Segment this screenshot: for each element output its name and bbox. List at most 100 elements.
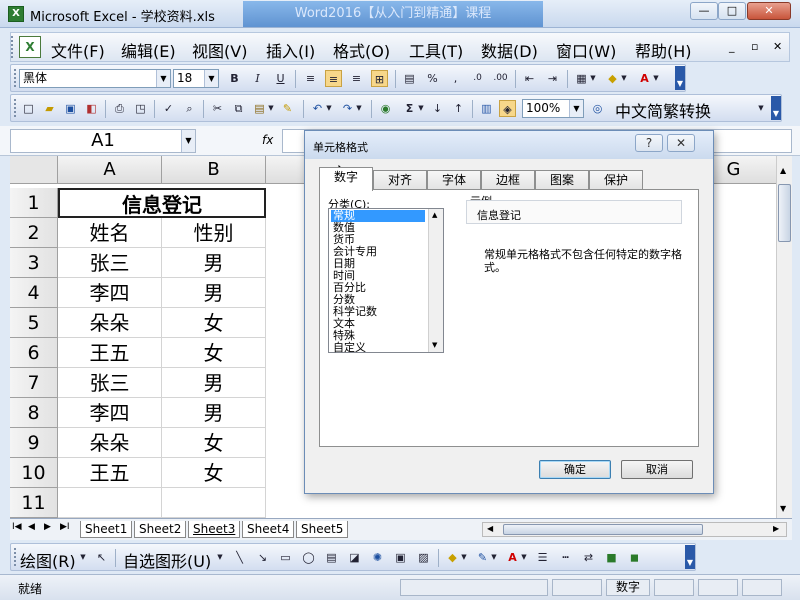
name-box[interactable]: A1 ▼ xyxy=(10,129,196,153)
arrow-style-icon[interactable]: ⇄ xyxy=(580,549,597,566)
table-cell[interactable]: 李四 xyxy=(58,278,162,308)
menu-tools[interactable]: 工具(T) xyxy=(409,38,463,62)
font-name-combo[interactable]: 黑体 ▼ xyxy=(19,69,171,88)
table-cell[interactable]: 朵朵 xyxy=(58,308,162,338)
merge-center-icon[interactable]: ⊞ xyxy=(371,70,388,87)
format-painter-icon[interactable]: ✎ xyxy=(279,100,296,117)
next-sheet-icon[interactable]: ▶ xyxy=(44,522,51,532)
align-left-icon[interactable]: ≡ xyxy=(302,70,319,87)
row-header[interactable]: 4 xyxy=(10,278,58,308)
draw-menu-button[interactable]: 绘图(R) xyxy=(20,548,76,572)
decrease-indent-icon[interactable]: ⇤ xyxy=(521,70,538,87)
horizontal-scrollbar[interactable]: ◀ ▶ xyxy=(482,522,787,537)
underline-button[interactable]: U xyxy=(272,70,289,87)
row-header[interactable]: 7 xyxy=(10,368,58,398)
tab-font[interactable]: 字体 xyxy=(427,170,481,190)
toolbar-grip[interactable] xyxy=(14,99,17,117)
arrow-icon[interactable]: ↘ xyxy=(254,549,271,566)
borders-icon[interactable]: ▦ xyxy=(573,70,590,87)
comma-style-icon[interactable]: , xyxy=(447,70,464,87)
table-cell[interactable]: 男 xyxy=(162,368,266,398)
help-button[interactable]: ? xyxy=(635,134,663,152)
row-header[interactable]: 11 xyxy=(10,488,58,518)
doc-close-button[interactable]: ✕ xyxy=(773,40,782,53)
toolbar-grip[interactable] xyxy=(14,69,17,87)
table-cell[interactable]: 男 xyxy=(162,398,266,428)
chevron-down-icon[interactable]: ▼ xyxy=(79,549,87,566)
rectangle-icon[interactable]: ▭ xyxy=(277,549,294,566)
tab-number[interactable]: 数字 xyxy=(319,167,373,191)
print-icon[interactable]: ⎙ xyxy=(111,100,128,117)
merged-title-cell[interactable]: 信息登记 xyxy=(58,188,266,218)
tab-border[interactable]: 边框 xyxy=(481,170,535,190)
fill-color-icon[interactable]: ◆ xyxy=(444,549,461,566)
chevron-down-icon[interactable]: ▼ xyxy=(156,70,170,87)
table-cell[interactable] xyxy=(58,488,162,518)
menu-help[interactable]: 帮助(H) xyxy=(635,38,692,62)
list-item[interactable]: 自定义 xyxy=(331,342,368,354)
fx-icon[interactable]: fx xyxy=(262,133,273,147)
row-header[interactable]: 2 xyxy=(10,218,58,248)
row-header[interactable]: 3 xyxy=(10,248,58,278)
font-color-icon[interactable]: A xyxy=(636,70,653,87)
table-cell[interactable]: 女 xyxy=(162,308,266,338)
textbox-icon[interactable]: ▤ xyxy=(323,549,340,566)
menu-file[interactable]: 文件(F) xyxy=(51,38,105,62)
align-right-icon[interactable]: ≡ xyxy=(348,70,365,87)
chevron-down-icon[interactable]: ▼ xyxy=(325,100,333,117)
sheet-tab[interactable]: Sheet5 xyxy=(296,521,349,538)
ok-button[interactable]: 确定 xyxy=(539,460,611,479)
chevron-down-icon[interactable]: ▼ xyxy=(204,70,218,87)
drawing-icon[interactable]: ◈ xyxy=(499,100,516,117)
column-header[interactable]: B xyxy=(162,156,266,184)
table-cell[interactable]: 女 xyxy=(162,458,266,488)
redo-icon[interactable]: ↷ xyxy=(339,100,356,117)
menu-view[interactable]: 视图(V) xyxy=(192,38,247,62)
chevron-down-icon[interactable]: ▼ xyxy=(569,100,583,117)
chart-wizard-icon[interactable]: ▥ xyxy=(478,100,495,117)
chevron-down-icon[interactable]: ▼ xyxy=(460,549,468,566)
print-preview-icon[interactable]: ◳ xyxy=(132,100,149,117)
toolbar-options-icon[interactable]: ▼ xyxy=(675,66,685,90)
font-color-icon[interactable]: A xyxy=(504,549,521,566)
chevron-down-icon[interactable]: ▼ xyxy=(417,100,425,117)
dialog-close-button[interactable]: ✕ xyxy=(667,134,695,152)
scroll-right-icon[interactable]: ▶ xyxy=(773,524,779,533)
tab-patterns[interactable]: 图案 xyxy=(535,170,589,190)
currency-style-icon[interactable]: ▤ xyxy=(401,70,418,87)
table-cell[interactable]: 王五 xyxy=(58,338,162,368)
clipart-icon[interactable]: ▣ xyxy=(392,549,409,566)
sheet-tab[interactable]: Sheet2 xyxy=(134,521,187,538)
scroll-up-icon[interactable]: ▲ xyxy=(780,166,786,175)
align-center-icon[interactable]: ≡ xyxy=(325,70,342,87)
save-icon[interactable]: ▣ xyxy=(62,100,79,117)
doc-minimize-button[interactable]: _ xyxy=(729,40,735,53)
chevron-down-icon[interactable]: ▼ xyxy=(652,70,660,87)
table-cell[interactable]: 男 xyxy=(162,248,266,278)
oval-icon[interactable]: ◯ xyxy=(300,549,317,566)
row-header[interactable]: 9 xyxy=(10,428,58,458)
table-cell[interactable]: 男 xyxy=(162,278,266,308)
table-cell[interactable]: 王五 xyxy=(58,458,162,488)
scroll-left-icon[interactable]: ◀ xyxy=(487,524,493,533)
table-cell[interactable]: 张三 xyxy=(58,248,162,278)
shadow-style-icon[interactable]: ■ xyxy=(603,549,620,566)
chevron-down-icon[interactable]: ▼ xyxy=(355,100,363,117)
bold-button[interactable]: B xyxy=(226,70,243,87)
sheet-tab-active[interactable]: Sheet3 xyxy=(188,521,241,538)
toolbar-grip[interactable] xyxy=(11,36,16,58)
table-cell[interactable]: 女 xyxy=(162,338,266,368)
document-icon[interactable]: X xyxy=(19,36,41,58)
line-style-icon[interactable]: ☰ xyxy=(534,549,551,566)
scroll-down-icon[interactable]: ▼ xyxy=(432,341,437,349)
paste-icon[interactable]: ▤ xyxy=(251,100,268,117)
zoom-combo[interactable]: 100% ▼ xyxy=(522,99,584,118)
last-sheet-icon[interactable]: ▶I xyxy=(60,522,70,532)
permission-icon[interactable]: ◧ xyxy=(83,100,100,117)
chevron-down-icon[interactable]: ▼ xyxy=(520,549,528,566)
scroll-thumb[interactable] xyxy=(503,524,703,535)
cut-icon[interactable]: ✂ xyxy=(209,100,226,117)
menu-insert[interactable]: 插入(I) xyxy=(266,38,315,62)
increase-decimal-icon[interactable]: .0 xyxy=(469,70,486,87)
dash-style-icon[interactable]: ┅ xyxy=(557,549,574,566)
